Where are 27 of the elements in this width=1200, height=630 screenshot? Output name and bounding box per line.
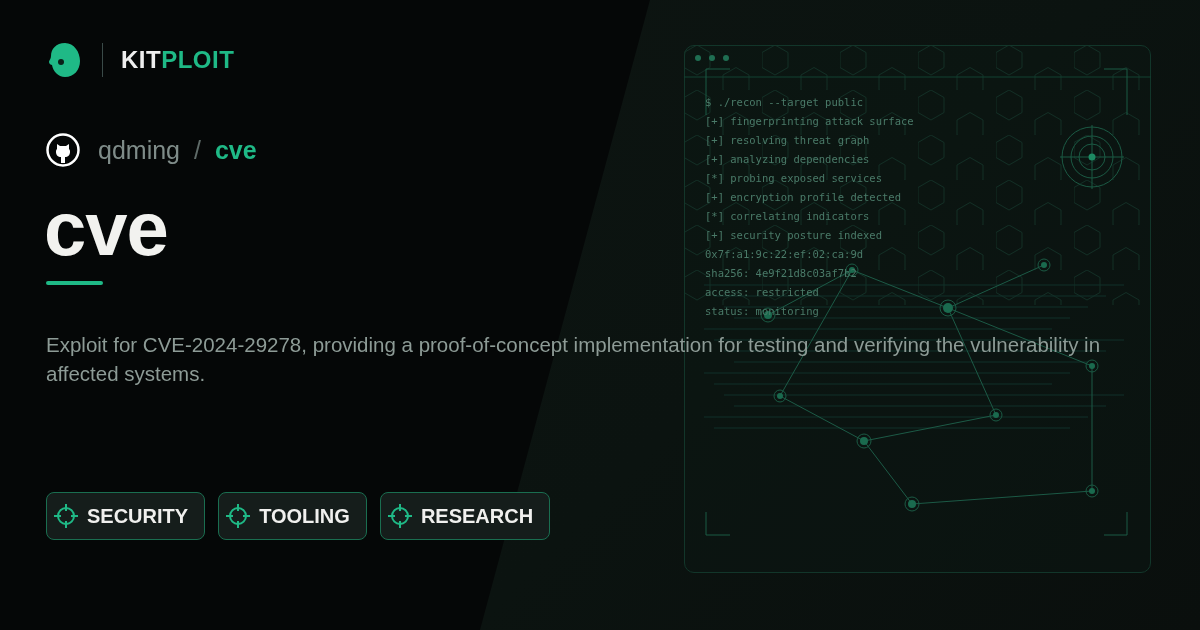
terminal-line: [+] analyzing dependencies: [705, 152, 870, 167]
crosshair-icon: [386, 503, 413, 529]
terminal-line: status: monitoring: [705, 304, 819, 319]
helmet-logo-icon: [48, 42, 82, 78]
radar-icon: [1059, 124, 1125, 190]
tag-chip: SECURITY: [46, 492, 206, 540]
tag-chip: TOOLING: [218, 492, 367, 540]
github-icon: [46, 133, 80, 167]
terminal-line: 0x7f:a1:9c:22:ef:02:ca:9d: [705, 247, 864, 262]
terminal-line: [+] security posture indexed: [705, 228, 882, 243]
terminal-line: access: restricted: [705, 285, 819, 300]
terminal-line: [*] probing exposed services: [705, 171, 882, 186]
brand-name: KITPLOIT: [121, 46, 235, 74]
terminal-line: [*] correlating indicators: [705, 209, 870, 224]
terminal-line: [+] resolving threat graph: [705, 133, 870, 148]
repo-owner: qdming: [98, 135, 180, 165]
path-separator: /: [194, 135, 201, 165]
crosshair-icon: [53, 503, 79, 529]
terminal-line: [+] encryption profile detected: [705, 190, 901, 205]
repo-title: cve: [44, 191, 168, 267]
tag-chip: RESEARCH: [379, 492, 551, 540]
repo-name: cve: [214, 135, 257, 165]
terminal-line: [+] fingerprinting attack surface: [705, 114, 914, 129]
description: Exploit for CVE-2024-29278, providing a proof-of-concept implementation for testing and verifying the vulnerability in affected systems.: [46, 332, 1102, 387]
crosshair-icon: [225, 503, 252, 529]
window-dots-icon: [695, 55, 729, 61]
terminal-line: $ ./recon --target public: [705, 95, 864, 110]
